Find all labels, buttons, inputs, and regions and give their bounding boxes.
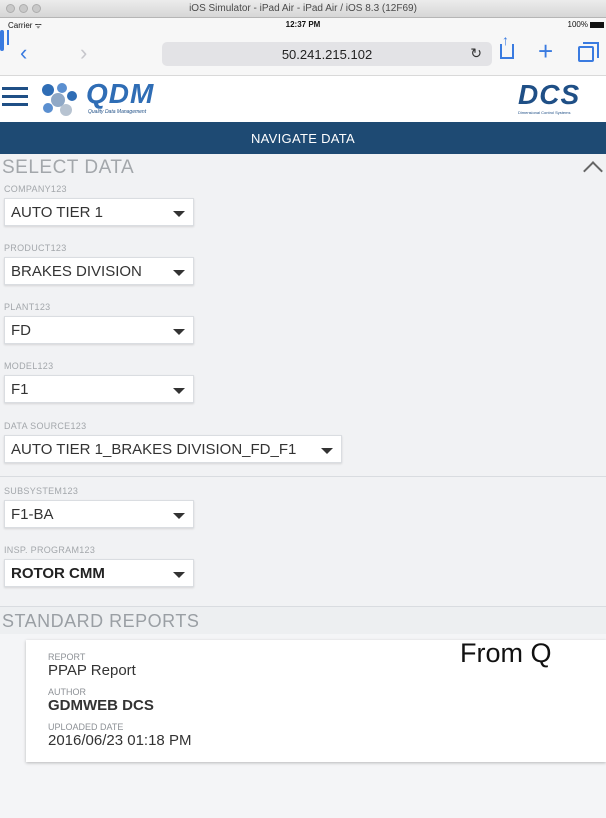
tabs-icon[interactable] [578,42,599,62]
url-text: 50.241.215.102 [281,47,373,62]
company-label: COMPANY123 [4,184,67,194]
product-label: PRODUCT123 [4,243,67,253]
chevron-down-icon [173,572,185,578]
overlay-caption: From Q [460,638,552,668]
subsystem-select[interactable]: F1-BA [4,500,194,528]
qdm-logo: QDM Quality Data Management [38,78,228,118]
bookmarks-icon[interactable] [0,30,4,51]
simulator-titlebar: iOS Simulator - iPad Air - iPad Air / iO… [0,0,606,18]
model-label: MODEL123 [4,361,54,371]
company-value: AUTO TIER 1 [11,204,103,221]
uploaded-date-value: 2016/06/23 01:18 PM [48,732,192,749]
standard-reports-header: STANDARD REPORTS [0,606,606,634]
insp-program-select[interactable]: ROTOR CMM [4,559,194,587]
panel-divider [0,476,606,477]
product-value: BRAKES DIVISION [11,263,142,280]
dcs-logo-tagline: Dimensional Control Systems [518,110,571,115]
simulator-title: iOS Simulator - iPad Air - iPad Air / iO… [189,3,417,14]
qdm-logo-tagline: Quality Data Management [88,109,147,115]
data-source-value: AUTO TIER 1_BRAKES DIVISION_FD_F1 [11,441,297,458]
status-bar: Carrier ᯤ 12:37 PM 100% [0,18,606,32]
browser-toolbar: ‹ › 50.241.215.102 ↻ + [0,30,606,76]
select-data-panel: SELECT DATA COMPANY123 AUTO TIER 1 PRODU… [0,154,606,606]
chevron-down-icon [173,270,185,276]
subsystem-label: SUBSYSTEM123 [4,486,79,496]
data-source-label: DATA SOURCE123 [4,421,87,431]
author-name: GDMWEB DCS [48,697,154,714]
chevron-down-icon [173,329,185,335]
back-icon[interactable]: ‹ [20,42,27,64]
company-select[interactable]: AUTO TIER 1 [4,198,194,226]
dcs-logo: DCS Dimensional Control Systems [518,79,604,116]
share-icon[interactable] [500,32,514,59]
forward-icon[interactable]: › [80,42,87,64]
status-clock: 12:37 PM [285,20,321,29]
chevron-down-icon [173,388,185,394]
report-label: REPORT [48,652,86,662]
plant-value: FD [11,322,31,339]
address-bar[interactable]: 50.241.215.102 ↻ [162,42,492,66]
insp-program-value: ROTOR CMM [11,565,105,582]
plant-label: PLANT123 [4,302,51,312]
author-label: AUTHOR [48,687,86,697]
insp-program-label: INSP. PROGRAM123 [4,545,96,555]
subsystem-value: F1-BA [11,506,54,523]
dcs-logo-text: DCS [518,79,581,110]
report-name: PPAP Report [48,662,136,679]
qdm-logo-text: QDM [86,78,155,109]
battery-percentage: 100% [567,20,588,29]
model-value: F1 [11,381,29,398]
navigate-data-title: NAVIGATE DATA [250,131,356,146]
model-select[interactable]: F1 [4,375,194,403]
chevron-down-icon [173,513,185,519]
chevron-up-icon[interactable] [583,161,603,181]
uploaded-date-label: UPLOADED DATE [48,722,124,732]
hamburger-menu-icon[interactable] [2,86,28,108]
reload-icon[interactable]: ↻ [470,45,482,62]
standard-reports-title: STANDARD REPORTS [2,611,200,631]
data-source-select[interactable]: AUTO TIER 1_BRAKES DIVISION_FD_F1 [4,435,342,463]
add-tab-icon[interactable]: + [538,38,553,64]
plant-select[interactable]: FD [4,316,194,344]
chevron-down-icon [321,448,333,454]
product-select[interactable]: BRAKES DIVISION [4,257,194,285]
select-data-title: SELECT DATA [2,157,135,178]
battery-icon [590,22,604,28]
app-header: QDM Quality Data Management DCS Dimensio… [0,76,606,122]
navigate-data-bar: NAVIGATE DATA [0,122,606,154]
chevron-down-icon [173,211,185,217]
